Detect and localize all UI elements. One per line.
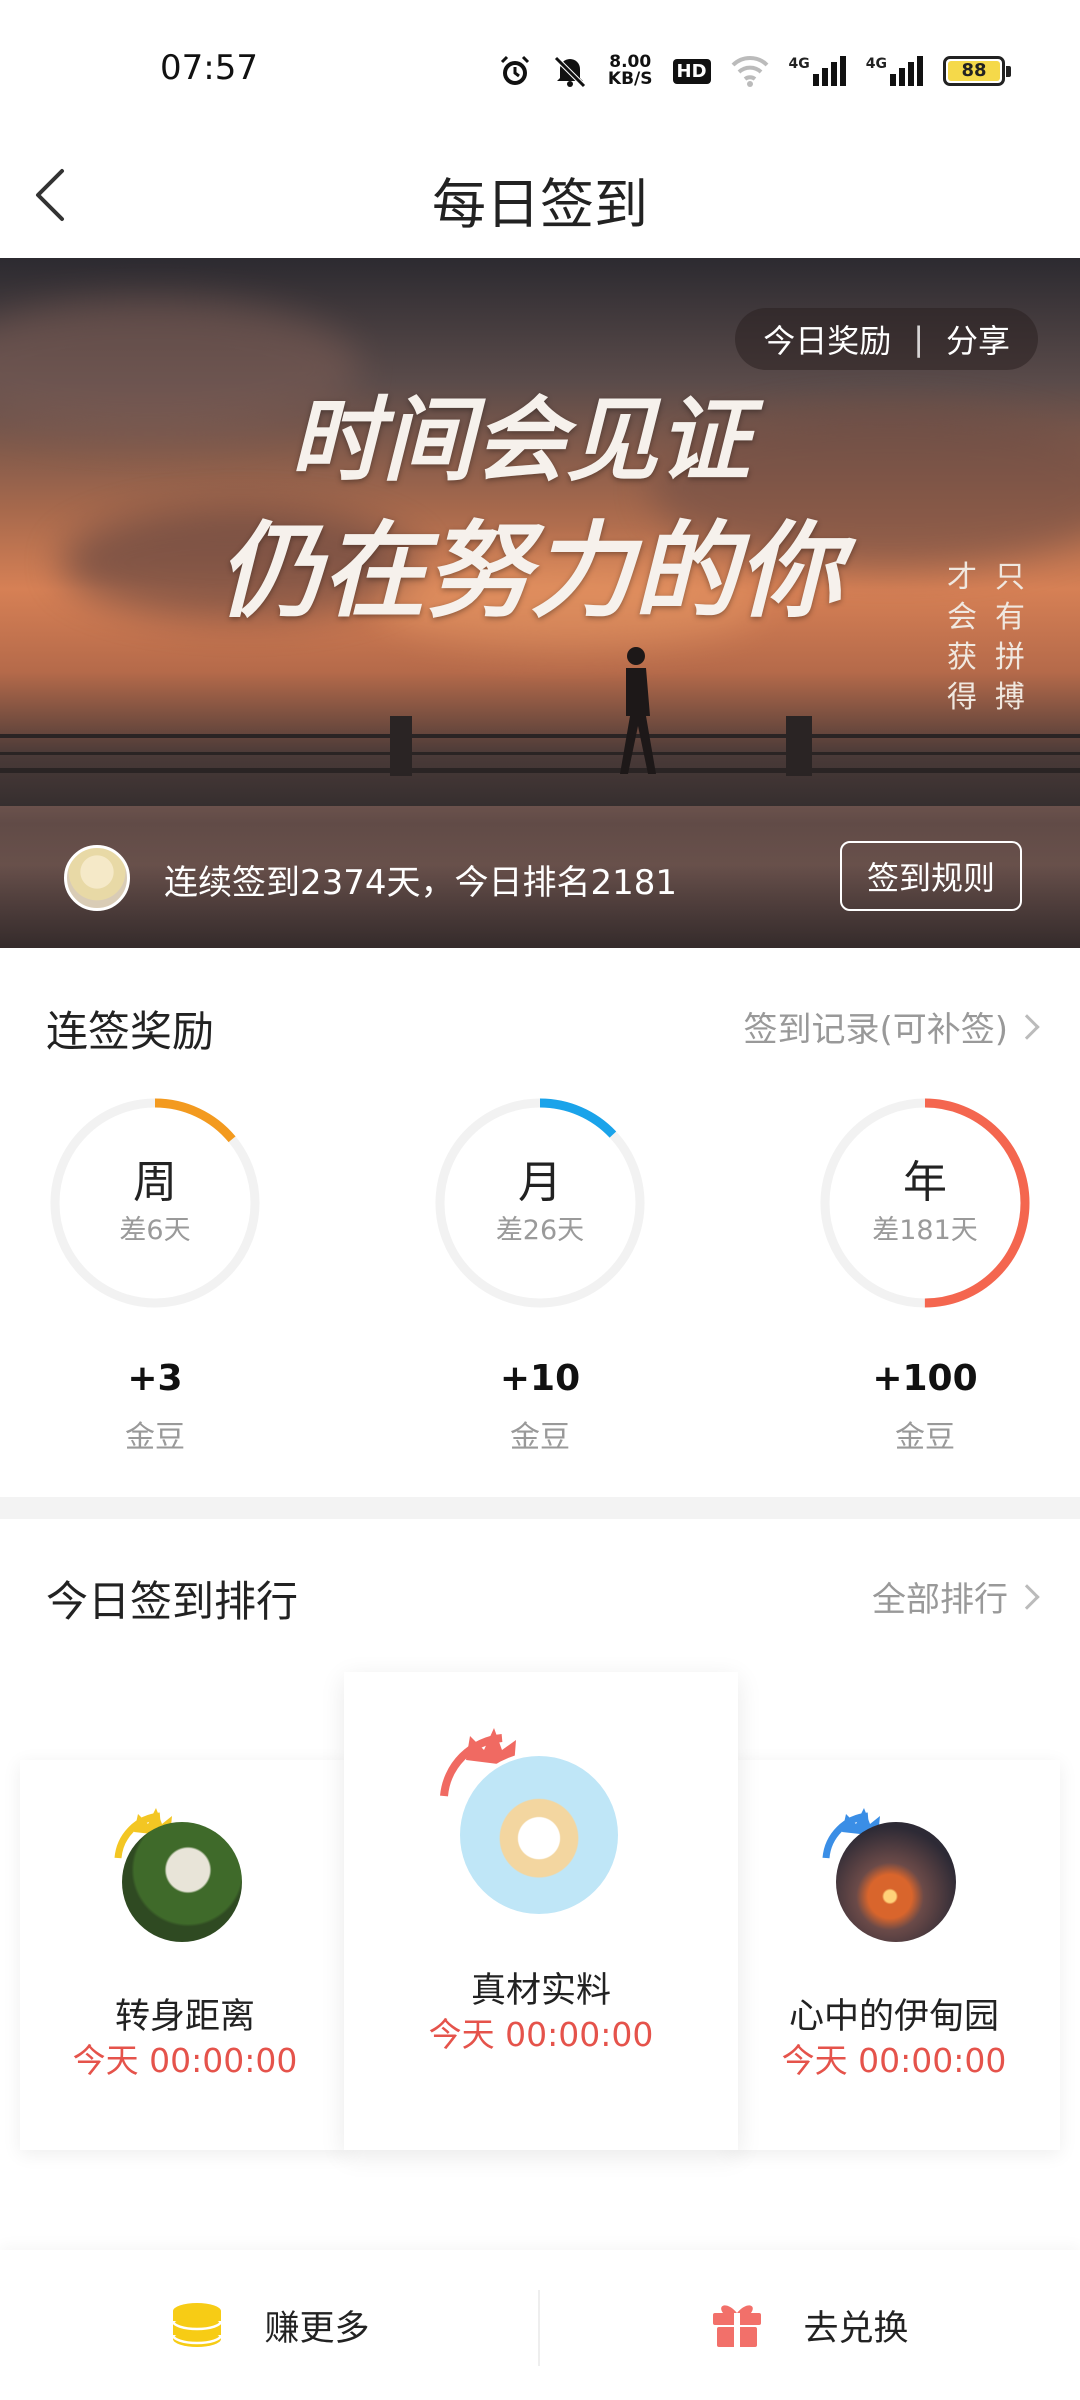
mute-icon (554, 56, 586, 88)
checkin-rules-button[interactable]: 签到规则 (840, 841, 1022, 911)
vertical-text-right: 只有拼搏 (995, 560, 1025, 715)
coin-stack-icon (172, 2303, 223, 2347)
hd-icon: HD (672, 58, 711, 84)
bottom-action-bar: 赚更多 去兑换 (0, 2250, 1080, 2400)
reward-remaining: 差26天 (495, 1215, 585, 1246)
reward-period: 周 (133, 1157, 177, 1208)
rank-card-first[interactable]: 真材实料 今天 00:00:00 (344, 1672, 738, 2150)
wifi-icon (731, 55, 768, 87)
rank-name: 真材实料 (470, 1971, 611, 2011)
pill-separator: | (913, 320, 924, 358)
reward-amount: +10 (499, 1358, 581, 1399)
alarm-icon (500, 55, 529, 85)
streak-row: 连续签到2374天，今日排名2181 签到规则 (64, 841, 1044, 913)
user-avatar[interactable] (64, 845, 130, 911)
reward-month: 月 差26天 +10 金豆 (425, 1090, 655, 1470)
reward-unit: 金豆 (510, 1420, 570, 1455)
all-ranking-link[interactable]: 全部排行 (872, 1572, 1040, 1621)
rewards-title: 连签奖励 (46, 1007, 215, 1056)
walking-person-silhouette (620, 647, 656, 774)
railing-silhouette (0, 716, 1080, 776)
page-title: 每日签到 (432, 173, 648, 236)
chevron-right-icon (1014, 1013, 1040, 1040)
signal-icon: 4G (789, 56, 846, 86)
exchange-button[interactable]: 去兑换 (540, 2250, 1080, 2400)
status-bar: 07:57 8.00 KB/S HD 4G 4G 88 (0, 0, 1080, 130)
reward-unit: 金豆 (895, 1420, 955, 1455)
checkin-banner: 今日奖励 | 分享 时间会见证 仍在努力的你 只有拼搏 才会获得 连续签到237… (0, 258, 1080, 948)
slogan-line-2: 仍在努力的你 (217, 509, 842, 632)
reward-share-pill: 今日奖励 | 分享 (735, 308, 1038, 370)
chevron-right-icon (1014, 1583, 1040, 1610)
reward-year: 年 差181天 +100 金豆 (810, 1090, 1040, 1470)
reward-amount: +3 (127, 1358, 183, 1399)
checkin-record-label: 签到记录(可补签) (743, 1010, 1008, 1050)
signal-icon: 4G (866, 56, 923, 86)
user-avatar (122, 1822, 242, 1942)
checkin-record-link[interactable]: 签到记录(可补签) (743, 1002, 1040, 1051)
signal-label: 4G (788, 56, 810, 72)
rank-time: 今天 00:00:00 (72, 2041, 298, 2080)
checkin-page: 07:57 8.00 KB/S HD 4G 4G 88 每日签到 今日奖励 | … (0, 0, 1080, 2400)
battery-icon: 88 (943, 56, 1011, 86)
nav-header: 每日签到 (0, 130, 1080, 260)
signal-label: 4G (865, 56, 887, 72)
rank-time: 今天 00:00:00 (428, 2015, 654, 2054)
rank-time: 今天 00:00:00 (781, 2041, 1007, 2080)
today-reward-link[interactable]: 今日奖励 (763, 316, 891, 362)
vertical-text-left: 才会获得 (947, 560, 977, 715)
user-avatar (836, 1822, 956, 1942)
section-divider (0, 1497, 1080, 1519)
rank-name: 转身距离 (114, 1997, 255, 2037)
reward-remaining: 差181天 (872, 1215, 978, 1246)
rank-card-second[interactable]: 转身距离 今天 00:00:00 (20, 1760, 350, 2150)
rank-name: 心中的伊甸园 (788, 1997, 999, 2037)
earn-more-button[interactable]: 赚更多 (0, 2250, 540, 2400)
share-link[interactable]: 分享 (946, 316, 1010, 362)
battery-level: 88 (948, 61, 1000, 81)
gift-icon (713, 2305, 762, 2347)
all-ranking-label: 全部排行 (872, 1580, 1008, 1620)
status-icons: 8.00 KB/S HD 4G 4G 88 (498, 50, 1011, 92)
reward-unit: 金豆 (125, 1420, 185, 1455)
status-time: 07:57 (160, 48, 258, 88)
reward-remaining: 差6天 (119, 1215, 191, 1246)
reward-period: 月 (518, 1157, 562, 1208)
earn-more-label: 赚更多 (264, 2308, 370, 2349)
network-speed-unit: KB/S (607, 69, 653, 89)
ranking-title: 今日签到排行 (46, 1577, 299, 1626)
streak-text: 连续签到2374天，今日排名2181 (164, 863, 678, 903)
reward-amount: +100 (872, 1358, 978, 1399)
reward-week: 周 差6天 +3 金豆 (40, 1090, 270, 1470)
slogan-line-1: 时间会见证 (289, 386, 750, 494)
network-speed: 8.00 KB/S (608, 54, 653, 88)
user-avatar (456, 1752, 622, 1918)
rank-card-third[interactable]: 心中的伊甸园 今天 00:00:00 (728, 1760, 1060, 2150)
exchange-label: 去兑换 (803, 2308, 909, 2349)
reward-period: 年 (903, 1157, 947, 1208)
